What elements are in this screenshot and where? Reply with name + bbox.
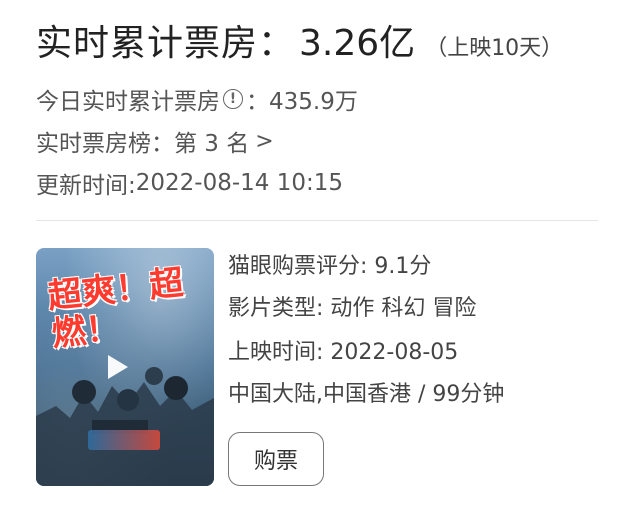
update-time-value: 2022-08-14 10:15 (135, 170, 344, 196)
today-boxoffice-value: ：435.9万 (246, 89, 358, 115)
release-label: 上映时间: (228, 340, 331, 365)
play-icon[interactable] (108, 355, 128, 379)
boxoffice-total-value: 3.26亿 (299, 23, 416, 64)
rank-value: 第 3 名 (174, 131, 250, 157)
rating-value: 9.1分 (374, 254, 432, 279)
boxoffice-total-title: 实时累计票房： 3.26亿 （上映10天） (36, 14, 563, 66)
boxoffice-rank-link[interactable]: 实时票房榜： 第 3 名 > (36, 124, 274, 158)
update-time-line: 更新时间: 2022-08-14 10:15 (36, 166, 343, 200)
poster-logo (88, 430, 160, 450)
genre-label: 影片类型: (228, 296, 331, 321)
section-divider (36, 220, 598, 221)
genre-line: 影片类型: 动作 科幻 冒险 (228, 290, 476, 322)
chevron-right-icon: > (255, 128, 274, 154)
region-duration: 中国大陆,中国香港 / 99分钟 (228, 382, 505, 407)
genre-value: 动作 科幻 冒险 (330, 296, 477, 321)
rank-label: 实时票房榜： (36, 131, 174, 157)
rating-label: 猫眼购票评分: (228, 254, 375, 279)
release-line: 上映时间: 2022-08-05 (228, 334, 458, 366)
release-value: 2022-08-05 (330, 340, 459, 365)
boxoffice-total-label: 实时累计票房： (36, 23, 296, 64)
today-boxoffice-label: 今日实时累计票房 (36, 89, 220, 115)
days-since-release: （上映10天） (425, 36, 564, 61)
buy-ticket-button[interactable]: 购票 (228, 432, 324, 486)
rating-line: 猫眼购票评分: 9.1分 (228, 248, 431, 280)
today-boxoffice-line: 今日实时累计票房 ! ：435.9万 (36, 82, 358, 116)
info-circle-icon[interactable]: ! (223, 89, 243, 109)
update-time-label: 更新时间: (36, 173, 136, 199)
